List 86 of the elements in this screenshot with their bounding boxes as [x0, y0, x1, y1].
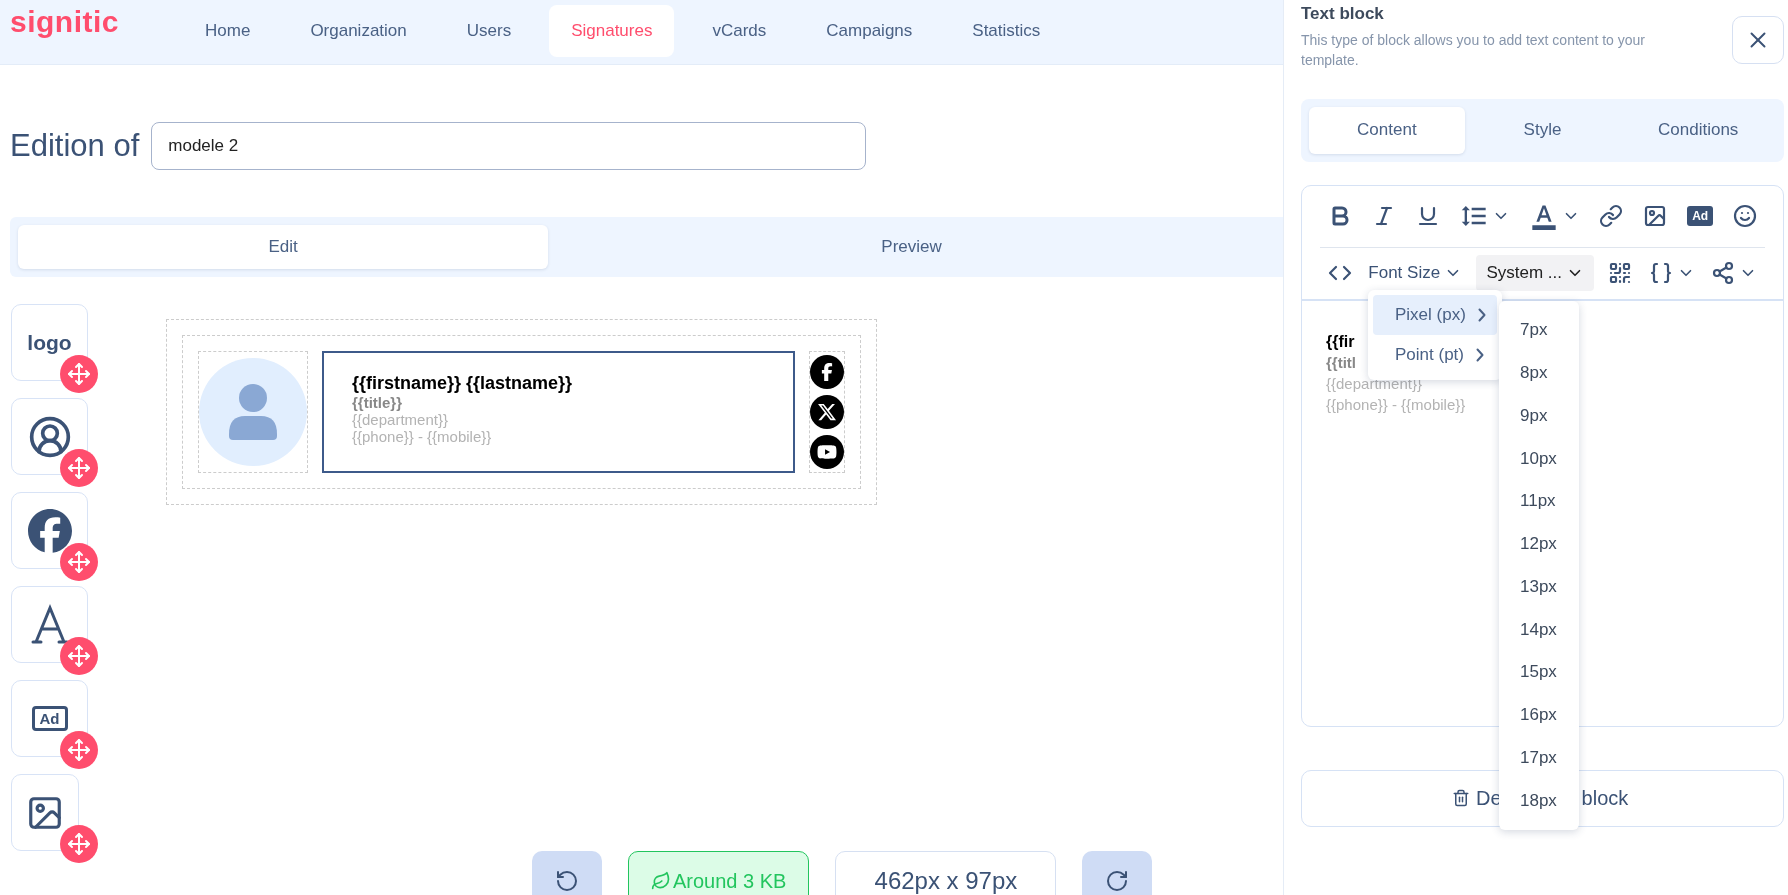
phone-placeholder: {{phone}} - {{mobile}} [352, 428, 493, 446]
title-placeholder: {{title}} [352, 394, 404, 412]
delete-label: block [1581, 786, 1629, 810]
menu-item[interactable]: 8px [1499, 351, 1579, 395]
trash-icon [1452, 789, 1470, 808]
chevron-right-icon [1476, 348, 1484, 362]
content-line: {{titl [1326, 352, 1356, 373]
menu-item[interactable]: Pixel (px) [1373, 295, 1497, 335]
menu-item[interactable]: 16px [1499, 693, 1579, 737]
move-handle[interactable] [60, 731, 98, 770]
panel-tab[interactable]: Content [1309, 106, 1465, 154]
move-handle[interactable] [60, 637, 98, 676]
size-estimate-text: Around 3 KB [673, 869, 787, 893]
move-icon [67, 550, 91, 575]
font-family-select[interactable]: System ... [1476, 254, 1594, 291]
font-size-dropdown[interactable]: Font Size [1366, 260, 1465, 285]
logo-label: logo [27, 330, 72, 355]
x-button[interactable] [810, 395, 844, 430]
menu-item-label: Pixel (px) [1395, 305, 1466, 325]
nav-link[interactable]: vCards [690, 5, 789, 57]
panel-title: Text block [1301, 4, 1385, 24]
nav-link[interactable]: Users [444, 5, 534, 57]
menu-item[interactable]: Point (pt) [1373, 335, 1497, 375]
facebook-button[interactable] [810, 355, 844, 390]
ad-button[interactable]: Ad [1685, 204, 1716, 229]
text-block[interactable]: {{firstname}} {{lastname}} {{title}} {{department}} {{phone}} - {{mobile}} [322, 351, 795, 474]
panel-description: This type of block allows you to add text content to your template. [1301, 31, 1646, 71]
undo-icon [555, 869, 579, 894]
dimensions-label: 462px x 97px [835, 851, 1057, 895]
nav-link[interactable]: Home [183, 5, 273, 57]
youtube-button[interactable] [810, 435, 844, 470]
move-handle[interactable] [60, 449, 98, 488]
redo-icon [1105, 869, 1130, 894]
block-tile[interactable] [11, 774, 79, 852]
template-name-field[interactable]: modele 2 [151, 122, 867, 171]
nav-link[interactable]: Statistics [950, 5, 1063, 57]
nav-link[interactable]: Campaigns [804, 5, 935, 57]
menu-item[interactable]: 15px [1499, 651, 1579, 694]
content-line: {{department}} [1326, 373, 1422, 394]
move-icon [67, 456, 91, 481]
font-icon [30, 603, 69, 646]
menu-item[interactable]: 10px [1499, 437, 1579, 480]
menu-item[interactable]: 12px [1499, 522, 1579, 566]
move-handle[interactable] [60, 355, 98, 394]
edition-label: Edition of [10, 128, 140, 165]
name-placeholder: {{firstname}} {{lastname}} [352, 373, 574, 395]
x-icon [817, 402, 837, 423]
move-icon [67, 362, 91, 387]
content-line: {{phone}} - {{mobile}} [1326, 394, 1466, 415]
person-icon [227, 384, 279, 441]
qr-code-icon [1608, 260, 1633, 285]
department-placeholder: {{department}} [352, 411, 449, 429]
close-button[interactable] [1732, 16, 1784, 64]
menu-item[interactable]: 14px [1499, 608, 1579, 651]
share-icon [1710, 260, 1735, 285]
chevron-right-icon [1477, 308, 1486, 322]
move-icon [67, 644, 91, 669]
move-handle[interactable] [60, 825, 98, 864]
panel-tab[interactable]: Style [1464, 106, 1621, 154]
menu-item[interactable]: 11px [1499, 480, 1579, 523]
redo-button[interactable] [1082, 851, 1153, 895]
brand-logo: signitic [10, 5, 119, 40]
facebook-icon [27, 508, 72, 553]
menu-item[interactable]: 9px [1499, 394, 1579, 438]
move-icon [67, 738, 91, 763]
move-handle[interactable] [60, 543, 98, 582]
font-size-label: Font Size [1368, 262, 1441, 283]
font-family-label: System ... [1486, 262, 1562, 283]
menu-item[interactable]: 13px [1499, 565, 1579, 609]
smiley-icon [1733, 204, 1757, 229]
view-tab[interactable]: Preview [548, 225, 1275, 270]
menu-item-label: Point (pt) [1395, 345, 1464, 365]
view-tab[interactable]: Edit [18, 225, 549, 270]
panel-tab[interactable]: Conditions [1620, 106, 1776, 154]
link-icon [1599, 204, 1624, 229]
menu-item[interactable]: 7px [1499, 309, 1579, 352]
undo-button[interactable] [532, 851, 602, 895]
braces-icon [1648, 260, 1673, 285]
image-icon [1643, 204, 1668, 229]
menu-item[interactable]: 18px [1499, 779, 1579, 822]
content-line: {{fir [1326, 331, 1355, 352]
move-icon [67, 832, 91, 857]
nav-link[interactable]: Organization [288, 5, 429, 57]
leaf-icon [651, 871, 671, 892]
user-icon [27, 414, 72, 459]
ad-label: Ad [31, 706, 68, 732]
